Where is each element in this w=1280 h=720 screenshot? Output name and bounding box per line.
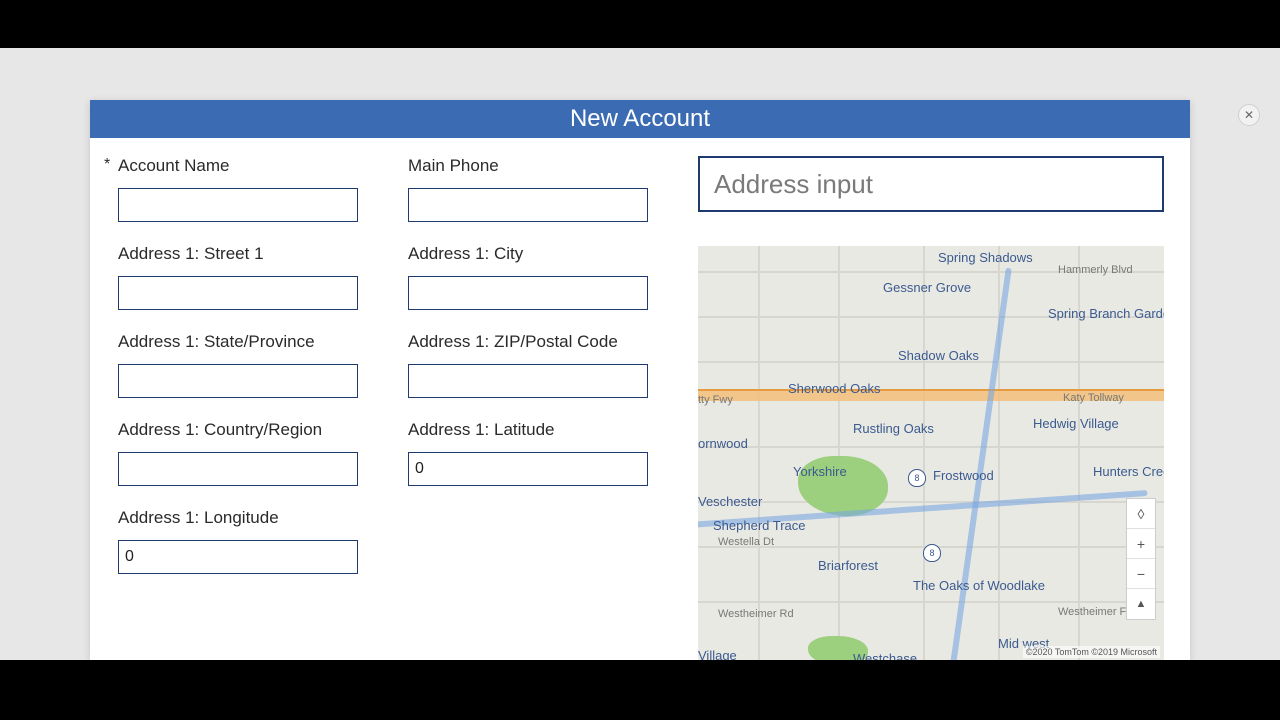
form-area: * Account Name Main Phone Address 1: Str… xyxy=(98,156,698,660)
letterbox-top xyxy=(0,0,1280,48)
map-label: Hunters Creek Villa xyxy=(1093,464,1164,479)
input-main-phone[interactable] xyxy=(408,188,648,222)
map-label: tty Fwy xyxy=(698,394,733,406)
field-city: Address 1: City xyxy=(388,244,678,332)
close-button[interactable]: ✕ xyxy=(1238,104,1260,126)
map-locate-button[interactable]: ◊ xyxy=(1127,499,1155,529)
field-main-phone: Main Phone xyxy=(388,156,678,244)
label-state: Address 1: State/Province xyxy=(118,332,388,352)
panel-header: New Account xyxy=(90,100,1190,138)
input-city[interactable] xyxy=(408,276,648,310)
address-search-input[interactable] xyxy=(698,156,1164,212)
page-title: New Account xyxy=(570,105,710,133)
locate-icon: ◊ xyxy=(1138,506,1145,522)
map-label: Shepherd Trace xyxy=(713,518,806,533)
map-zoom-in-button[interactable]: + xyxy=(1127,529,1155,559)
map-label: Westheimer Rd xyxy=(718,608,794,620)
map-label: Frostwood xyxy=(933,468,994,483)
field-street1: Address 1: Street 1 xyxy=(98,244,388,332)
field-country: Address 1: Country/Region xyxy=(98,420,388,508)
map-label: Shadow Oaks xyxy=(898,348,979,363)
label-account-name: Account Name xyxy=(118,156,388,176)
plus-icon: + xyxy=(1137,536,1145,552)
input-street1[interactable] xyxy=(118,276,358,310)
map-label: Sherwood Oaks xyxy=(788,381,881,396)
map-label: Veschester xyxy=(698,494,762,509)
minus-icon: − xyxy=(1137,566,1145,582)
panel-body: * Account Name Main Phone Address 1: Str… xyxy=(90,138,1190,660)
map-zoom-out-button[interactable]: − xyxy=(1127,559,1155,589)
label-longitude: Address 1: Longitude xyxy=(118,508,388,528)
label-country: Address 1: Country/Region xyxy=(118,420,388,440)
input-longitude[interactable] xyxy=(118,540,358,574)
highway-shield-icon: 8 xyxy=(908,469,926,487)
map-label: The Oaks of Woodlake xyxy=(913,578,1045,593)
input-state[interactable] xyxy=(118,364,358,398)
input-country[interactable] xyxy=(118,452,358,486)
map-label: Briarforest xyxy=(818,558,878,573)
map-controls: ◊ + − ▲ xyxy=(1126,498,1156,620)
map-label: Westella Dt xyxy=(718,536,774,548)
map-area: Spring Shadows Gessner Grove Hammerly Bl… xyxy=(698,156,1182,660)
input-account-name[interactable] xyxy=(118,188,358,222)
map-label: Village xyxy=(698,648,737,660)
field-zip: Address 1: ZIP/Postal Code xyxy=(388,332,678,420)
label-latitude: Address 1: Latitude xyxy=(408,420,678,440)
label-main-phone: Main Phone xyxy=(408,156,678,176)
field-latitude: Address 1: Latitude xyxy=(388,420,678,508)
map-canvas[interactable]: Spring Shadows Gessner Grove Hammerly Bl… xyxy=(698,246,1164,660)
page-canvas: ✕ New Account * Account Name Main Phone … xyxy=(0,48,1280,660)
map-label: Hammerly Blvd xyxy=(1058,264,1133,276)
map-label: Hedwig Village xyxy=(1033,416,1119,431)
map-label: Spring Branch Gardens xyxy=(1048,306,1164,321)
map-label: Spring Shadows xyxy=(938,250,1033,265)
map-label: Westheimer F xyxy=(1058,606,1126,618)
highway-shield-icon: 8 xyxy=(923,544,941,562)
field-account-name: * Account Name xyxy=(98,156,388,244)
required-marker: * xyxy=(104,156,110,174)
tilt-icon: ▲ xyxy=(1136,598,1147,610)
map-attribution: ©2020 TomTom ©2019 Microsoft xyxy=(1023,646,1160,658)
label-city: Address 1: City xyxy=(408,244,678,264)
input-zip[interactable] xyxy=(408,364,648,398)
map-label: Westchase xyxy=(853,651,917,660)
letterbox-bottom xyxy=(0,660,1280,720)
map-label: Rustling Oaks xyxy=(853,421,934,436)
close-icon: ✕ xyxy=(1244,108,1254,122)
map-label: Gessner Grove xyxy=(883,280,971,295)
field-state: Address 1: State/Province xyxy=(98,332,388,420)
field-longitude: Address 1: Longitude xyxy=(98,508,388,596)
label-street1: Address 1: Street 1 xyxy=(118,244,388,264)
new-account-panel: New Account * Account Name Main Phone Ad… xyxy=(90,100,1190,660)
label-zip: Address 1: ZIP/Postal Code xyxy=(408,332,678,352)
map-label: ornwood xyxy=(698,436,748,451)
input-latitude[interactable] xyxy=(408,452,648,486)
map-label: Katy Tollway xyxy=(1063,392,1124,404)
map-tilt-button[interactable]: ▲ xyxy=(1127,589,1155,619)
map-label: Yorkshire xyxy=(793,464,847,479)
